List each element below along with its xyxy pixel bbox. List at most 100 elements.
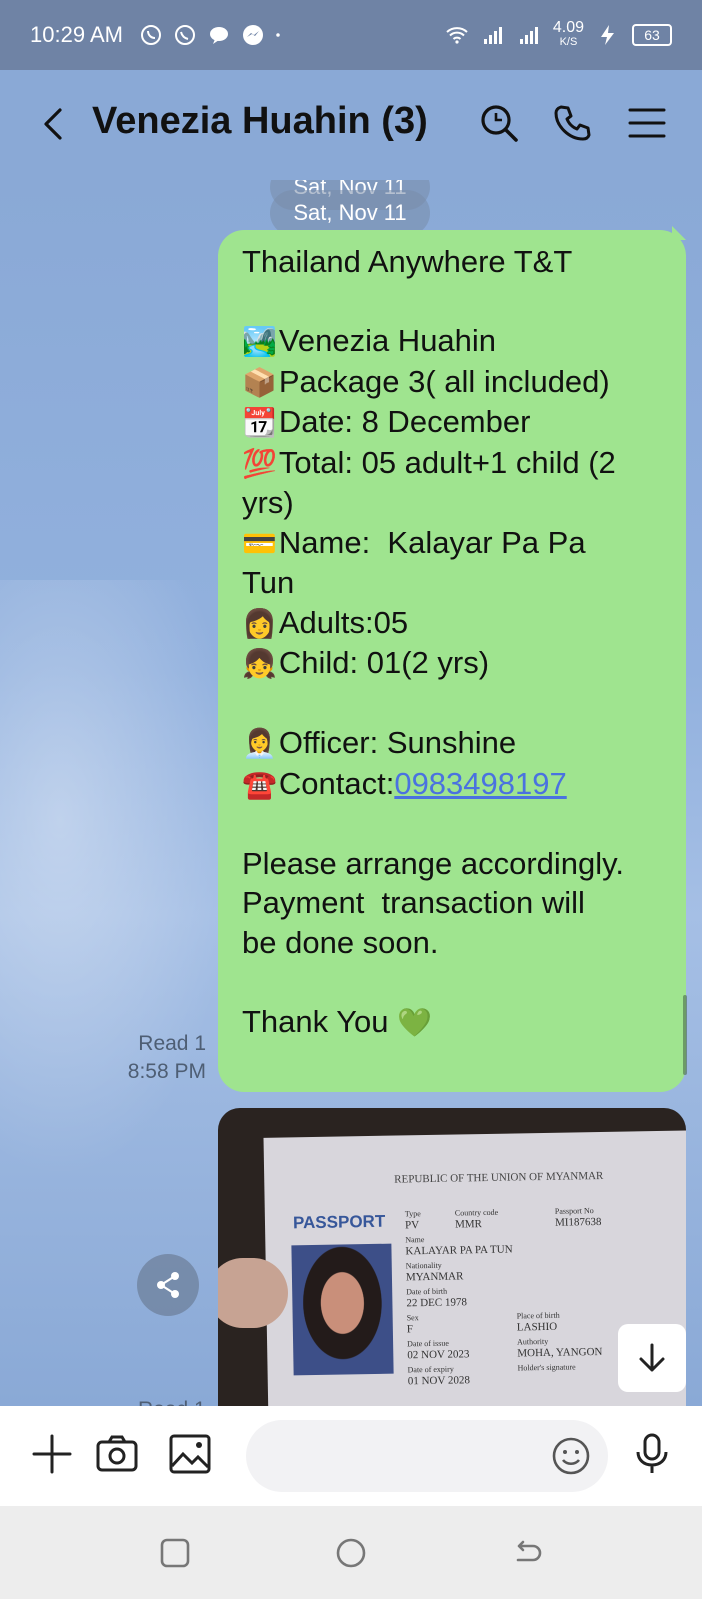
message-time: 8:58 PM [127, 1060, 206, 1083]
system-nav-bar [0, 1506, 702, 1599]
message-bubble[interactable]: Thailand Anywhere T&T 🏞️Venezia Huahin 📦… [218, 230, 686, 1092]
passport-nationality-label: Nationality [405, 1260, 442, 1271]
message-text: Contact: [278, 765, 395, 801]
message-line: 📦Package 3( all included) [242, 362, 666, 403]
chat-title[interactable]: Venezia Huahin (3) [92, 100, 428, 143]
message-text: Total: 05 adult+1 child (2 [278, 444, 616, 480]
message-line: Thailand Anywhere T&T [242, 244, 573, 279]
message-line: 💳Name: Kalayar Pa Pa [242, 523, 666, 564]
woman-emoji: 👩 [242, 607, 277, 639]
message-line: Tun [242, 565, 295, 600]
passport-word: PASSPORT [292, 1211, 386, 1233]
passport-header: REPUBLIC OF THE UNION OF MYANMAR [394, 1169, 604, 1186]
passport-issue-date: 02 NOV 2023 [407, 1348, 470, 1362]
phone-number-link[interactable]: 0983498197 [394, 766, 566, 801]
message-input-bar [0, 1406, 702, 1506]
share-button[interactable] [137, 1254, 199, 1316]
message-line: yrs) [242, 485, 294, 520]
green-heart-emoji: 💚 [397, 1006, 433, 1038]
message-line: 👧Child: 01(2 yrs) [242, 643, 666, 684]
signal-icon [483, 27, 502, 44]
gallery-icon[interactable] [168, 1432, 212, 1476]
message-text: Officer: Sunshine [278, 725, 517, 760]
passport-photo [291, 1243, 394, 1376]
message-line: ☎️Contact:0983498197 [242, 764, 666, 805]
home-icon[interactable] [334, 1536, 368, 1570]
whatsapp-icon [174, 25, 195, 45]
message-text: Package 3( all included) [278, 363, 610, 399]
back-icon[interactable] [510, 1536, 544, 1570]
status-bar: 10:29 AM 4.09 K/S 63 [0, 0, 702, 70]
message-line: 👩Adults:05 [242, 603, 666, 644]
read-receipt: Read 1 8:58 PM [128, 1030, 206, 1086]
passport-sex: F [406, 1323, 414, 1336]
message-text: Thank You [242, 1003, 389, 1039]
calendar-emoji: 📆 [242, 407, 277, 438]
passport-expiry-label: Date of expiry [407, 1364, 454, 1375]
speed-value: 4.09 [552, 19, 584, 36]
battery-indicator: 63 [632, 24, 672, 46]
passport-sex-label: Sex [406, 1313, 419, 1323]
message-line: Payment transaction will [242, 885, 585, 920]
signal-roaming-icon [519, 27, 538, 44]
finger [218, 1258, 288, 1328]
credit-card-emoji: 💳 [242, 527, 277, 559]
scroll-to-bottom-button[interactable] [618, 1324, 686, 1392]
microphone-icon[interactable] [630, 1432, 674, 1476]
viber-icon [140, 25, 161, 45]
network-speed: 4.09 K/S [552, 19, 584, 49]
background-cloud [0, 580, 240, 1180]
wifi-icon [446, 27, 468, 44]
more-dot-icon [276, 33, 280, 37]
passport-no-label: Passport No [554, 1206, 594, 1216]
charging-icon [601, 25, 614, 45]
scrollbar[interactable] [683, 995, 687, 1075]
menu-icon[interactable] [626, 102, 668, 144]
status-time: 10:29 AM [30, 22, 123, 47]
office-worker-emoji: 👩‍💼 [242, 728, 277, 759]
passport-issue-label: Date of issue [407, 1338, 449, 1349]
passport-authority: MOHA, YANGON [517, 1345, 603, 1360]
message-line: Please arrange accordingly. [242, 845, 624, 881]
back-arrow-icon[interactable] [34, 104, 74, 144]
chat-area[interactable]: Sat, Nov 11 Sat, Nov 11 Thailand Anywher… [0, 180, 702, 1406]
recents-icon[interactable] [158, 1536, 192, 1570]
passport-nationality: MYANMAR [405, 1270, 464, 1284]
chat-bubble-icon [209, 27, 228, 44]
search-icon[interactable] [478, 102, 520, 144]
message-text: Child: 01(2 yrs) [278, 645, 490, 680]
passport-country-label: Country code [454, 1207, 499, 1218]
message-text: Adults:05 [278, 604, 409, 640]
system-indicators: 4.09 K/S 63 [445, 19, 672, 49]
phone-call-icon[interactable] [551, 102, 593, 144]
emoji-icon[interactable] [551, 1436, 591, 1476]
notification-icons [139, 23, 287, 47]
passport-type-label: Type [404, 1209, 421, 1219]
message-line: 🏞️Venezia Huahin [242, 321, 666, 362]
passport-dob: 22 DEC 1978 [406, 1296, 468, 1310]
share-icon [157, 1272, 179, 1298]
message-text: Name: Kalayar Pa Pa [278, 524, 586, 560]
photo-message[interactable]: REPUBLIC OF THE UNION OF MYANMAR PASSPOR… [218, 1108, 686, 1406]
bubble-tail [672, 226, 686, 240]
passport-name-label: Name [405, 1235, 425, 1245]
passport-country: MMR [454, 1218, 483, 1231]
girl-emoji: 👧 [242, 648, 277, 679]
messenger-icon [242, 25, 263, 45]
passport-authority-label: Authority [517, 1336, 549, 1347]
camera-icon[interactable] [95, 1432, 139, 1476]
message-line: 📆Date: 8 December [242, 402, 666, 443]
plus-icon[interactable] [30, 1432, 74, 1476]
passport-expiry-date: 01 NOV 2028 [407, 1374, 471, 1388]
passport-dob-label: Date of birth [406, 1286, 448, 1297]
chat-header: Venezia Huahin (3) [0, 70, 702, 180]
message-line: Thank You 💚 [242, 1002, 666, 1043]
message-text: Date: 8 December [278, 404, 531, 439]
package-emoji: 📦 [242, 366, 277, 398]
message-text: Venezia Huahin [278, 323, 497, 358]
read-count: Read 1 [138, 1032, 206, 1055]
